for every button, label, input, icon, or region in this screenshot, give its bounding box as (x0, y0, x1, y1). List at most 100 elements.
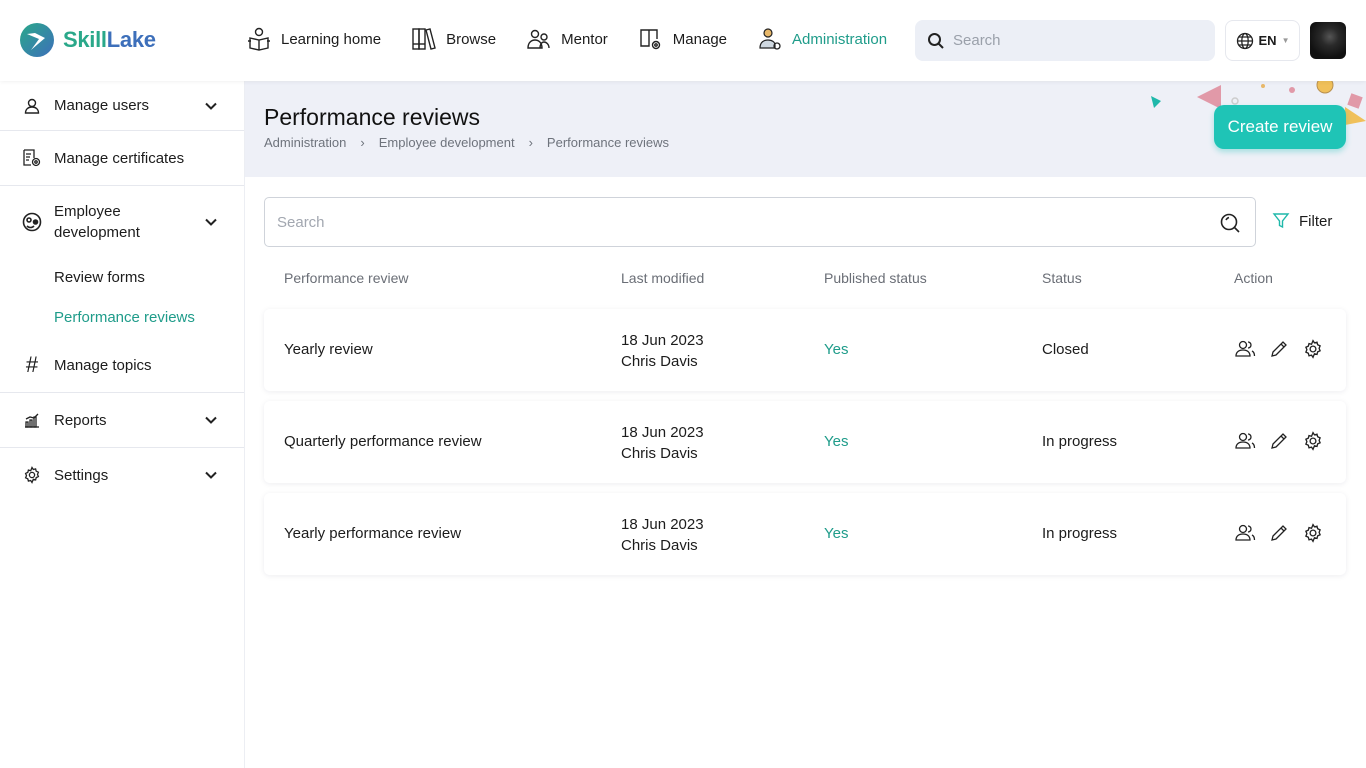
chevron-down-icon[interactable] (204, 212, 218, 233)
sidebar-item-reports[interactable]: Reports (0, 393, 244, 447)
nav-label: Administration (792, 30, 888, 48)
chevron-down-icon[interactable] (204, 467, 218, 484)
manage-icon (640, 29, 660, 50)
sidebar-label: Manage certificates (54, 149, 185, 167)
last-modified: 18 Jun 2023 Chris Davis (621, 514, 704, 556)
chevron-down-icon[interactable] (204, 97, 218, 114)
review-name[interactable]: Yearly performance review (284, 525, 461, 542)
chevron-down-icon[interactable] (204, 412, 218, 429)
breadcrumb-item: Performance reviews (546, 135, 670, 150)
review-name[interactable]: Yearly review (284, 341, 373, 358)
gear-icon (22, 465, 42, 485)
page-title: Performance reviews (264, 104, 481, 130)
nav-mentor[interactable]: Mentor (526, 26, 608, 52)
edit-pencil-icon[interactable] (1268, 522, 1290, 544)
filter-button[interactable]: Filter (1272, 212, 1332, 230)
modified-date: 18 Jun 2023 (621, 424, 704, 441)
sidebar-subitem-performance-reviews[interactable]: Performance reviews (0, 298, 244, 338)
breadcrumb-item[interactable]: Administration (264, 135, 346, 150)
reviews-search[interactable] (264, 197, 1256, 247)
column-header-last-modified[interactable]: Last modified (621, 270, 704, 286)
logo-text: SkillLake (63, 27, 156, 52)
breadcrumb-item[interactable]: Employee development (379, 135, 515, 150)
gear-icon[interactable] (1302, 430, 1324, 452)
last-modified: 18 Jun 2023 Chris Davis (621, 422, 704, 464)
sidebar-item-manage-certificates[interactable]: Manage certificates (0, 131, 244, 185)
employee-development-icon (22, 212, 42, 232)
main-nav: Learning home Browse Mentor Manage Admin… (246, 26, 917, 52)
reading-person-icon (248, 27, 270, 51)
books-icon (412, 28, 436, 50)
user-avatar[interactable] (1310, 22, 1346, 59)
nav-administration[interactable]: Administration (757, 26, 887, 52)
nav-label: Mentor (561, 30, 608, 48)
table-row[interactable]: Quarterly performance review 18 Jun 2023… (264, 401, 1346, 483)
modified-by: Chris Davis (621, 353, 698, 370)
globe-icon (1236, 32, 1253, 49)
global-search-input[interactable] (953, 32, 1193, 49)
nav-label: Manage (672, 30, 728, 48)
gear-icon[interactable] (1302, 522, 1324, 544)
reviews-search-input[interactable] (277, 213, 1197, 231)
nav-manage[interactable]: Manage (638, 26, 727, 52)
sidebar-label: Manage topics (54, 356, 152, 374)
sidebar-label: Reports (54, 411, 107, 429)
global-search[interactable] (915, 20, 1215, 61)
user-icon (22, 96, 42, 116)
language-selector[interactable]: EN ▼ (1225, 20, 1300, 61)
filter-label: Filter (1299, 212, 1333, 230)
published-status: Yes (824, 433, 849, 450)
modified-by: Chris Davis (621, 445, 698, 462)
review-status: In progress (1042, 433, 1118, 450)
modified-date: 18 Jun 2023 (621, 516, 704, 533)
participants-icon[interactable] (1234, 338, 1256, 360)
skilllake-logo[interactable]: SkillLake (19, 22, 156, 58)
participants-icon[interactable] (1234, 430, 1256, 452)
breadcrumb-separator-icon: › (528, 135, 533, 150)
edit-pencil-icon[interactable] (1268, 430, 1290, 452)
nav-label: Learning home (281, 30, 382, 48)
nav-browse[interactable]: Browse (411, 26, 496, 52)
row-actions (1234, 430, 1324, 452)
column-header-action: Action (1234, 270, 1273, 286)
modified-date: 18 Jun 2023 (621, 332, 704, 349)
nav-learning-home[interactable]: Learning home (246, 26, 381, 52)
review-status: In progress (1042, 525, 1118, 542)
modified-by: Chris Davis (621, 537, 698, 554)
column-header-published-status[interactable]: Published status (824, 270, 927, 286)
participants-icon[interactable] (1234, 522, 1256, 544)
gear-icon[interactable] (1302, 338, 1324, 360)
top-bar: SkillLake Learning home Browse Mentor Ma… (0, 0, 1366, 81)
review-name[interactable]: Quarterly performance review (284, 433, 482, 450)
last-modified: 18 Jun 2023 Chris Davis (621, 330, 704, 372)
column-header-status[interactable]: Status (1042, 270, 1082, 286)
published-status: Yes (824, 525, 849, 542)
edit-pencil-icon[interactable] (1268, 338, 1290, 360)
mentor-icon (527, 29, 550, 49)
filter-icon (1272, 213, 1290, 229)
logo-icon (20, 23, 54, 57)
create-review-button[interactable]: Create review (1214, 105, 1346, 149)
row-actions (1234, 338, 1324, 360)
page-header-banner: Performance reviews Administration › Emp… (245, 81, 1366, 177)
sidebar-item-settings[interactable]: Settings (0, 448, 244, 502)
nav-label: Browse (446, 30, 497, 48)
row-actions (1234, 522, 1324, 544)
sidebar-item-manage-users[interactable]: Manage users (0, 81, 244, 130)
certificate-gear-icon (22, 148, 42, 168)
sidebar-label: Manage users (54, 97, 150, 114)
search-icon (928, 32, 944, 49)
sidebar-item-employee-development[interactable]: Employee development (0, 186, 244, 258)
search-icon[interactable] (1219, 212, 1241, 234)
table-row[interactable]: Yearly review 18 Jun 2023 Chris Davis Yes… (264, 309, 1346, 391)
sidebar: Manage users Manage certificates Employe… (0, 81, 245, 768)
hash-icon: # (25, 352, 39, 377)
breadcrumb-separator-icon: › (360, 135, 365, 150)
table-row[interactable]: Yearly performance review 18 Jun 2023 Chr… (264, 493, 1346, 575)
chart-icon (22, 410, 42, 430)
column-header-performance-review[interactable]: Performance review (284, 270, 409, 286)
sidebar-label: Settings (54, 466, 109, 484)
sidebar-subitem-review-forms[interactable]: Review forms (0, 258, 244, 298)
sidebar-item-manage-topics[interactable]: # Manage topics (0, 338, 244, 392)
admin-user-gear-icon (759, 28, 781, 50)
